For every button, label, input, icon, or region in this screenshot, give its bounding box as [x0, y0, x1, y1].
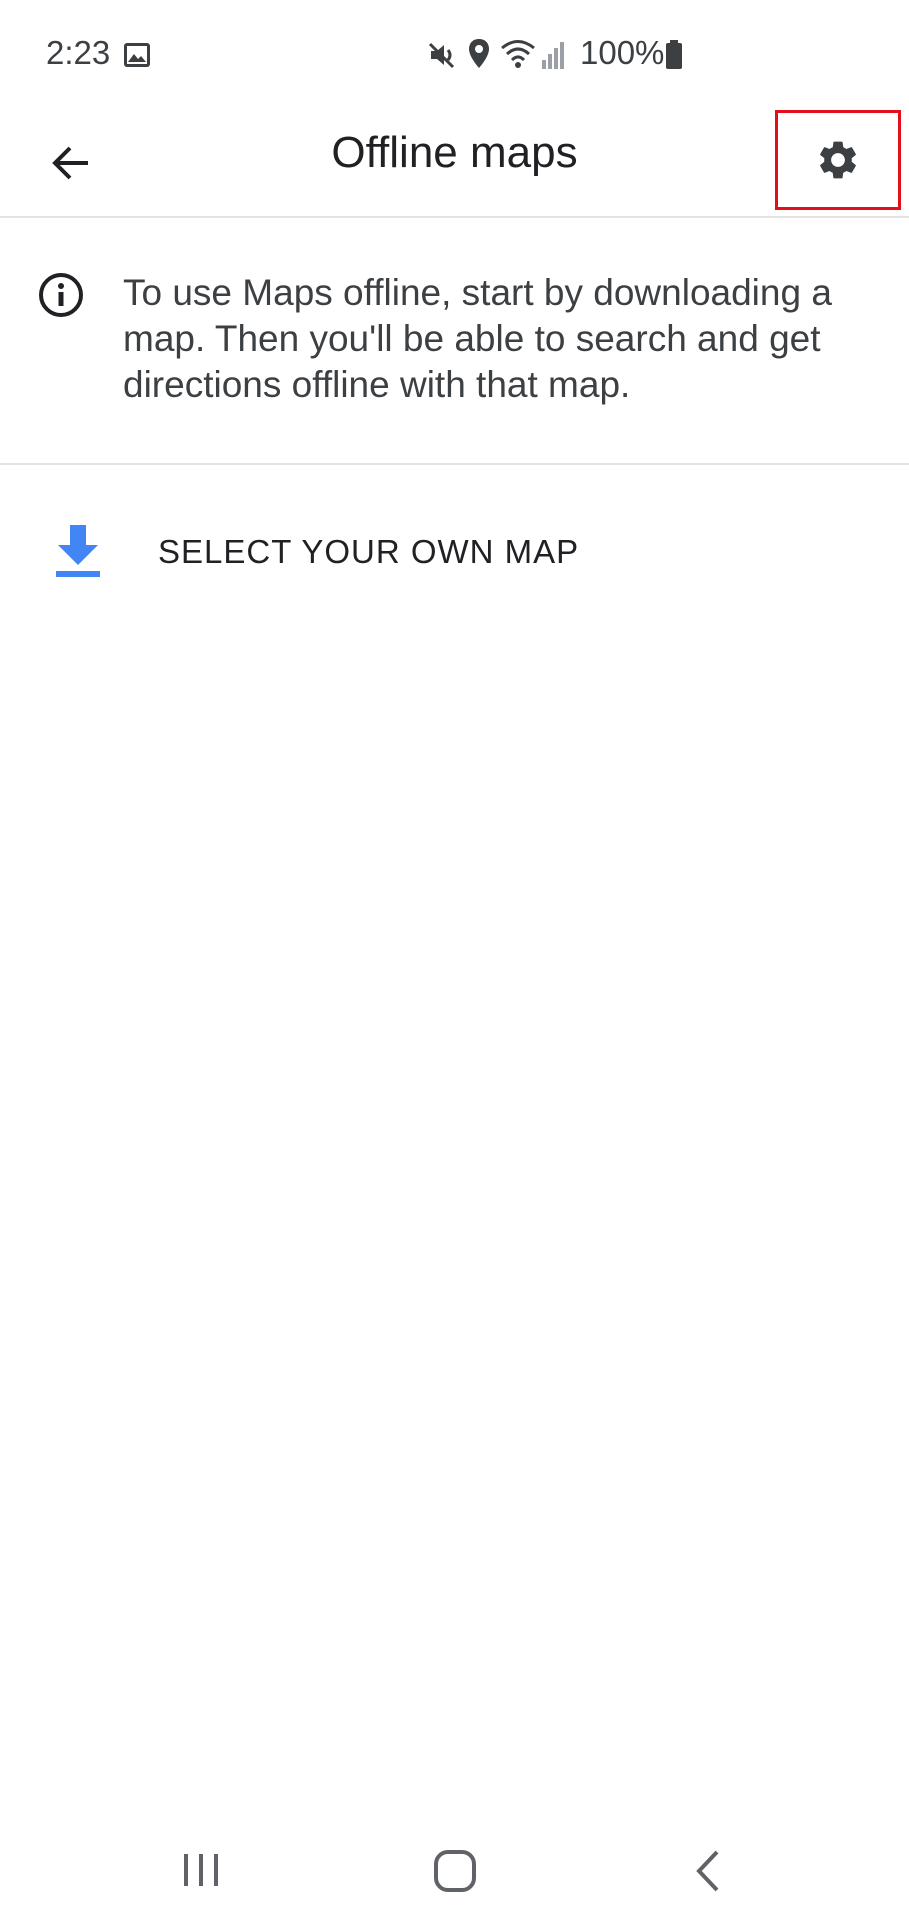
app-bar: Offline maps [0, 110, 909, 218]
select-map-label: SELECT YOUR OWN MAP [158, 533, 580, 570]
home-icon[interactable] [432, 1848, 478, 1894]
wifi-icon [501, 40, 535, 68]
gear-icon [820, 141, 856, 179]
signal-icon [542, 42, 564, 69]
page-title: Offline maps [331, 128, 578, 177]
info-section: To use Maps offline, start by downloadin… [0, 218, 909, 465]
mute-icon [428, 42, 455, 69]
download-icon [56, 525, 100, 577]
status-bar: 2:23 100% [0, 0, 909, 110]
back-nav-icon[interactable] [693, 1848, 723, 1894]
settings-button[interactable] [775, 110, 901, 210]
gallery-icon [124, 43, 150, 67]
battery-icon [666, 40, 682, 69]
select-your-own-map-button[interactable]: SELECT YOUR OWN MAP [0, 465, 909, 635]
location-icon [469, 39, 489, 68]
system-nav-bar [0, 1820, 909, 1920]
status-time: 2:23 [46, 34, 111, 71]
battery-percent: 100% [580, 34, 665, 71]
recent-apps-icon[interactable] [178, 1850, 224, 1890]
info-text: To use Maps offline, start by downloadin… [123, 272, 832, 405]
info-icon [39, 273, 83, 317]
